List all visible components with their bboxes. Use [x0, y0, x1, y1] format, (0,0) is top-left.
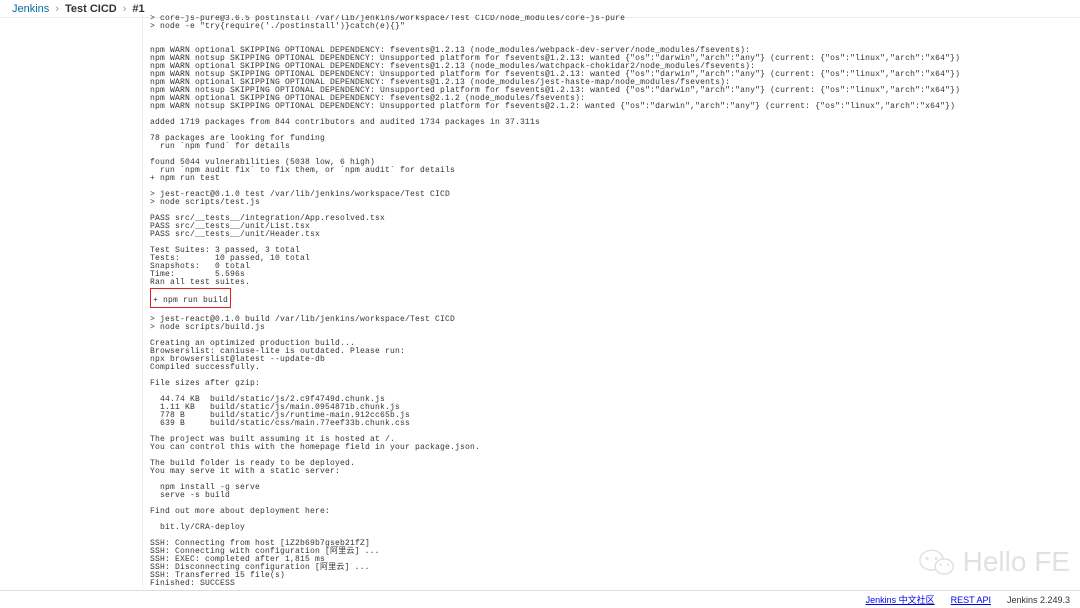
footer-zh-community[interactable]: Jenkins 中文社区: [866, 593, 935, 606]
footer-rest-api[interactable]: REST API: [951, 595, 991, 605]
breadcrumb-root[interactable]: Jenkins: [12, 3, 49, 15]
highlighted-command-text: + npm run build: [153, 296, 228, 305]
footer-version: Jenkins 2.249.3: [1007, 595, 1070, 605]
console-output: > core-js-pure@3.6.5 postinstall /var/li…: [150, 15, 1075, 588]
footer: Jenkins 中文社区 REST API Jenkins 2.249.3: [0, 590, 1080, 608]
breadcrumb-sep-2: ›: [123, 3, 127, 15]
sidebar-divider: [142, 15, 143, 588]
breadcrumb-build[interactable]: #1: [132, 3, 144, 15]
breadcrumb-project[interactable]: Test CICD: [65, 3, 117, 15]
console-pre-2: > jest-react@0.1.0 build /var/lib/jenkin…: [150, 308, 1075, 588]
console-pre-1: > core-js-pure@3.6.5 postinstall /var/li…: [150, 15, 1075, 287]
breadcrumb-sep-1: ›: [55, 3, 59, 15]
highlighted-command: + npm run build: [150, 288, 231, 308]
